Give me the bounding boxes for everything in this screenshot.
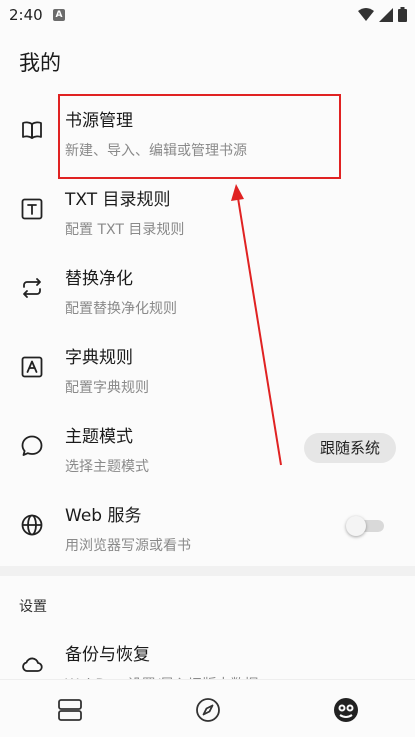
menu-item-subtitle: 配置替换净化规则 — [65, 301, 177, 317]
globe-icon — [21, 514, 43, 536]
menu-item-replace[interactable]: 替换净化 配置替换净化规则 — [0, 252, 415, 331]
menu-item-title: 替换净化 — [65, 269, 133, 289]
menu-item-title: 主题模式 — [65, 427, 133, 447]
theme-mode-chip[interactable]: 跟随系统 — [304, 433, 396, 463]
status-bar: 2:40 A — [0, 0, 415, 30]
book-open-icon — [22, 121, 42, 139]
bookshelf-icon[interactable] — [56, 696, 84, 724]
menu-item-subtitle: 配置字典规则 — [65, 380, 149, 396]
web-service-toggle[interactable] — [346, 516, 384, 536]
menu-item-subtitle: 用浏览器写源或看书 — [65, 538, 191, 554]
status-icons — [358, 7, 407, 22]
compass-icon[interactable] — [194, 696, 222, 724]
theme-bubble-icon — [21, 435, 43, 456]
menu-item-title: 备份与恢复 — [65, 645, 150, 665]
menu-item-subtitle: 配置 TXT 目录规则 — [65, 222, 185, 238]
wifi-icon — [358, 7, 374, 21]
status-time: 2:40 — [9, 6, 43, 24]
txt-icon — [21, 198, 43, 220]
signal-icon — [379, 7, 393, 22]
swap-arrows-icon — [23, 278, 41, 298]
menu-item-txt-toc[interactable]: TXT 目录规则 配置 TXT 目录规则 — [0, 173, 415, 252]
profile-icon[interactable] — [332, 696, 360, 724]
menu-item-title: 字典规则 — [65, 348, 133, 368]
menu-item-subtitle: 选择主题模式 — [65, 459, 149, 475]
section-divider — [0, 566, 415, 576]
toggle-thumb — [346, 516, 366, 536]
battery-icon — [398, 7, 407, 22]
section-header-settings: 设置 — [19, 599, 47, 615]
menu-item-dict[interactable]: 字典规则 配置字典规则 — [0, 331, 415, 410]
page-title: 我的 — [19, 51, 61, 75]
notification-icon: A — [53, 9, 65, 21]
menu-item-title: TXT 目录规则 — [65, 190, 171, 210]
bottom-nav — [0, 680, 415, 737]
cloud-icon — [22, 657, 43, 672]
letter-a-icon — [21, 356, 43, 378]
annotation-highlight-box — [58, 94, 341, 179]
menu-item-title: Web 服务 — [65, 506, 142, 526]
